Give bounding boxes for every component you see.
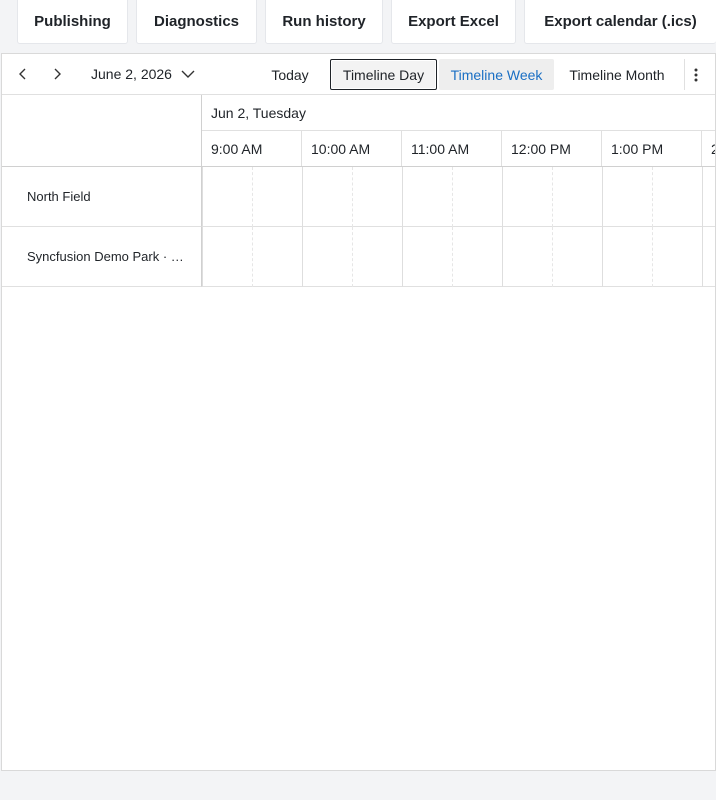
time-header-row: 9:00 AM 10:00 AM 11:00 AM 12:00 PM 1:00 … — [202, 131, 715, 167]
time-slot-cell[interactable] — [302, 227, 352, 287]
time-header-cell: 12:00 PM — [502, 131, 602, 166]
chevron-down-icon — [181, 70, 195, 78]
time-slot-cell[interactable] — [652, 167, 702, 227]
time-slot-cell[interactable] — [402, 227, 452, 287]
previous-button[interactable] — [9, 60, 37, 88]
time-slot-cell[interactable] — [202, 167, 252, 227]
more-vertical-icon — [694, 68, 697, 81]
action-bar: Publishing Diagnostics Run history Expor… — [0, 0, 716, 44]
time-slot-cell[interactable] — [452, 167, 502, 227]
date-header-label: Jun 2, Tuesday — [211, 104, 306, 121]
timeline-work-area — [202, 167, 715, 287]
export-excel-button[interactable]: Export Excel — [391, 0, 516, 44]
time-slot-cell[interactable] — [352, 167, 402, 227]
date-header: Jun 2, Tuesday — [202, 95, 715, 131]
time-slot-cell[interactable] — [552, 227, 602, 287]
scheduler-toolbar: June 2, 2026 Today Timeline Day Timeline… — [2, 54, 715, 95]
time-slot-cell[interactable] — [552, 167, 602, 227]
time-header-cell: 2:00 PM — [702, 131, 715, 166]
resource-work-row — [202, 167, 715, 227]
time-slot-cell[interactable] — [602, 167, 652, 227]
date-range-label: June 2, 2026 — [91, 66, 172, 82]
time-slot-cell[interactable] — [602, 227, 652, 287]
time-slot-cell[interactable] — [402, 167, 452, 227]
time-header-cell: 11:00 AM — [402, 131, 502, 166]
resource-label: North Field — [27, 189, 91, 204]
view-timeline-week[interactable]: Timeline Week — [439, 59, 554, 90]
resource-work-row — [202, 227, 715, 287]
resource-row-header: North Field — [2, 167, 202, 227]
resource-header-corner — [2, 95, 202, 167]
time-header-cell: 1:00 PM — [602, 131, 702, 166]
time-slot-cell[interactable] — [252, 167, 302, 227]
time-slot-cell[interactable] — [252, 227, 302, 287]
scheduler: June 2, 2026 Today Timeline Day Timeline… — [1, 53, 716, 771]
time-slot-cell[interactable] — [702, 227, 715, 287]
resource-row-header: Syncfusion Demo Park · North Field — [2, 227, 202, 287]
diagnostics-button[interactable]: Diagnostics — [136, 0, 257, 44]
time-slot-cell[interactable] — [302, 167, 352, 227]
today-button[interactable]: Today — [260, 59, 320, 90]
date-range-picker[interactable]: June 2, 2026 — [84, 60, 196, 88]
resource-label: Syncfusion Demo Park · North Field — [27, 249, 187, 264]
resource-column: North Field Syncfusion Demo Park · North… — [2, 167, 202, 287]
export-calendar-button[interactable]: Export calendar (.ics) — [524, 0, 716, 44]
next-button[interactable] — [43, 60, 71, 88]
time-header-cell: 10:00 AM — [302, 131, 402, 166]
view-timeline-month[interactable]: Timeline Month — [556, 59, 678, 90]
time-slot-cell[interactable] — [452, 227, 502, 287]
time-slot-cell[interactable] — [702, 167, 715, 227]
time-slot-cell[interactable] — [652, 227, 702, 287]
chevron-left-icon — [19, 68, 26, 80]
time-slot-cell[interactable] — [202, 227, 252, 287]
time-slot-cell[interactable] — [352, 227, 402, 287]
more-options-button[interactable] — [684, 59, 706, 90]
chevron-right-icon — [54, 68, 61, 80]
time-slot-cell[interactable] — [502, 227, 552, 287]
run-history-button[interactable]: Run history — [265, 0, 383, 44]
time-header-cell: 9:00 AM — [202, 131, 302, 166]
publishing-button[interactable]: Publishing — [17, 0, 128, 44]
view-timeline-day[interactable]: Timeline Day — [330, 59, 437, 90]
time-slot-cell[interactable] — [502, 167, 552, 227]
